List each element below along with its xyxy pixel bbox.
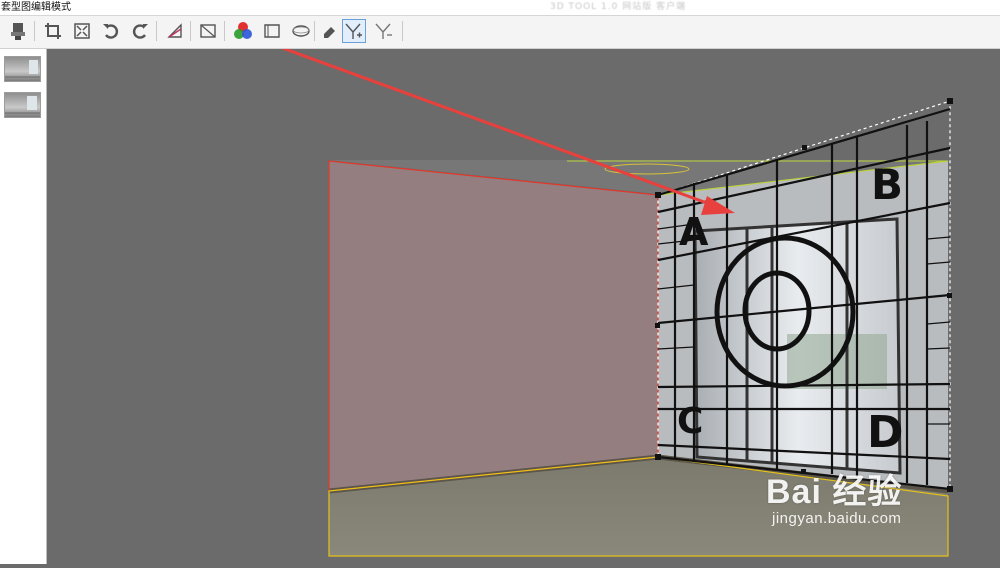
redo-icon (132, 24, 148, 39)
color-channels-icon (234, 22, 252, 39)
handle-top-mid[interactable] (802, 145, 807, 150)
color-channels-button[interactable] (231, 19, 255, 43)
plane-button[interactable] (196, 19, 220, 43)
window-title: 套型图编辑模式 (1, 2, 71, 13)
stamp-button[interactable] (6, 19, 30, 43)
label-c: C (677, 401, 703, 442)
separator (190, 21, 191, 41)
ellipse-button[interactable] (289, 19, 313, 43)
window-subtitle: 3D TOOL 1.0 网站版 客户端 (550, 2, 687, 12)
separator (34, 21, 35, 41)
texture-button[interactable] (260, 19, 284, 43)
perspective-icon (167, 23, 182, 38)
stamp-icon (11, 23, 25, 40)
label-a: A (679, 210, 709, 254)
plane-icon (200, 24, 216, 38)
select-remove-icon (375, 23, 392, 39)
perspective-button[interactable] (163, 19, 187, 43)
texture-icon (264, 24, 280, 38)
fit-icon (74, 23, 90, 39)
eraser-button[interactable] (318, 19, 342, 43)
separator (402, 21, 403, 41)
watermark-url: jingyan.baidu.com (772, 510, 902, 527)
handle-top-right[interactable] (947, 98, 953, 104)
ellipse-icon (292, 25, 310, 37)
redo-button[interactable] (128, 19, 152, 43)
thumbnail-item[interactable] (4, 56, 41, 82)
toolbar (0, 16, 1000, 49)
select-add-button[interactable] (342, 19, 366, 43)
fit-button[interactable] (70, 19, 94, 43)
separator (314, 21, 315, 41)
select-add-icon (345, 23, 362, 39)
undo-button[interactable] (99, 19, 123, 43)
title-bar: 套型图编辑模式 3D TOOL 1.0 网站版 客户端 (0, 0, 1000, 16)
label-b: B (871, 160, 903, 209)
watermark: Bai 经验 jingyan.baidu.com (766, 474, 902, 528)
label-d: D (867, 407, 904, 458)
thumbnail-sidebar (0, 49, 47, 564)
left-wall (329, 161, 658, 491)
separator (224, 21, 225, 41)
separator (156, 21, 157, 41)
undo-icon (103, 24, 119, 39)
crop-button[interactable] (41, 19, 65, 43)
thumbnail-item[interactable] (4, 92, 41, 118)
eraser-icon (324, 27, 335, 38)
crop-icon (45, 23, 61, 39)
select-remove-button[interactable] (372, 19, 396, 43)
watermark-brand: Bai 经验 (766, 473, 903, 511)
